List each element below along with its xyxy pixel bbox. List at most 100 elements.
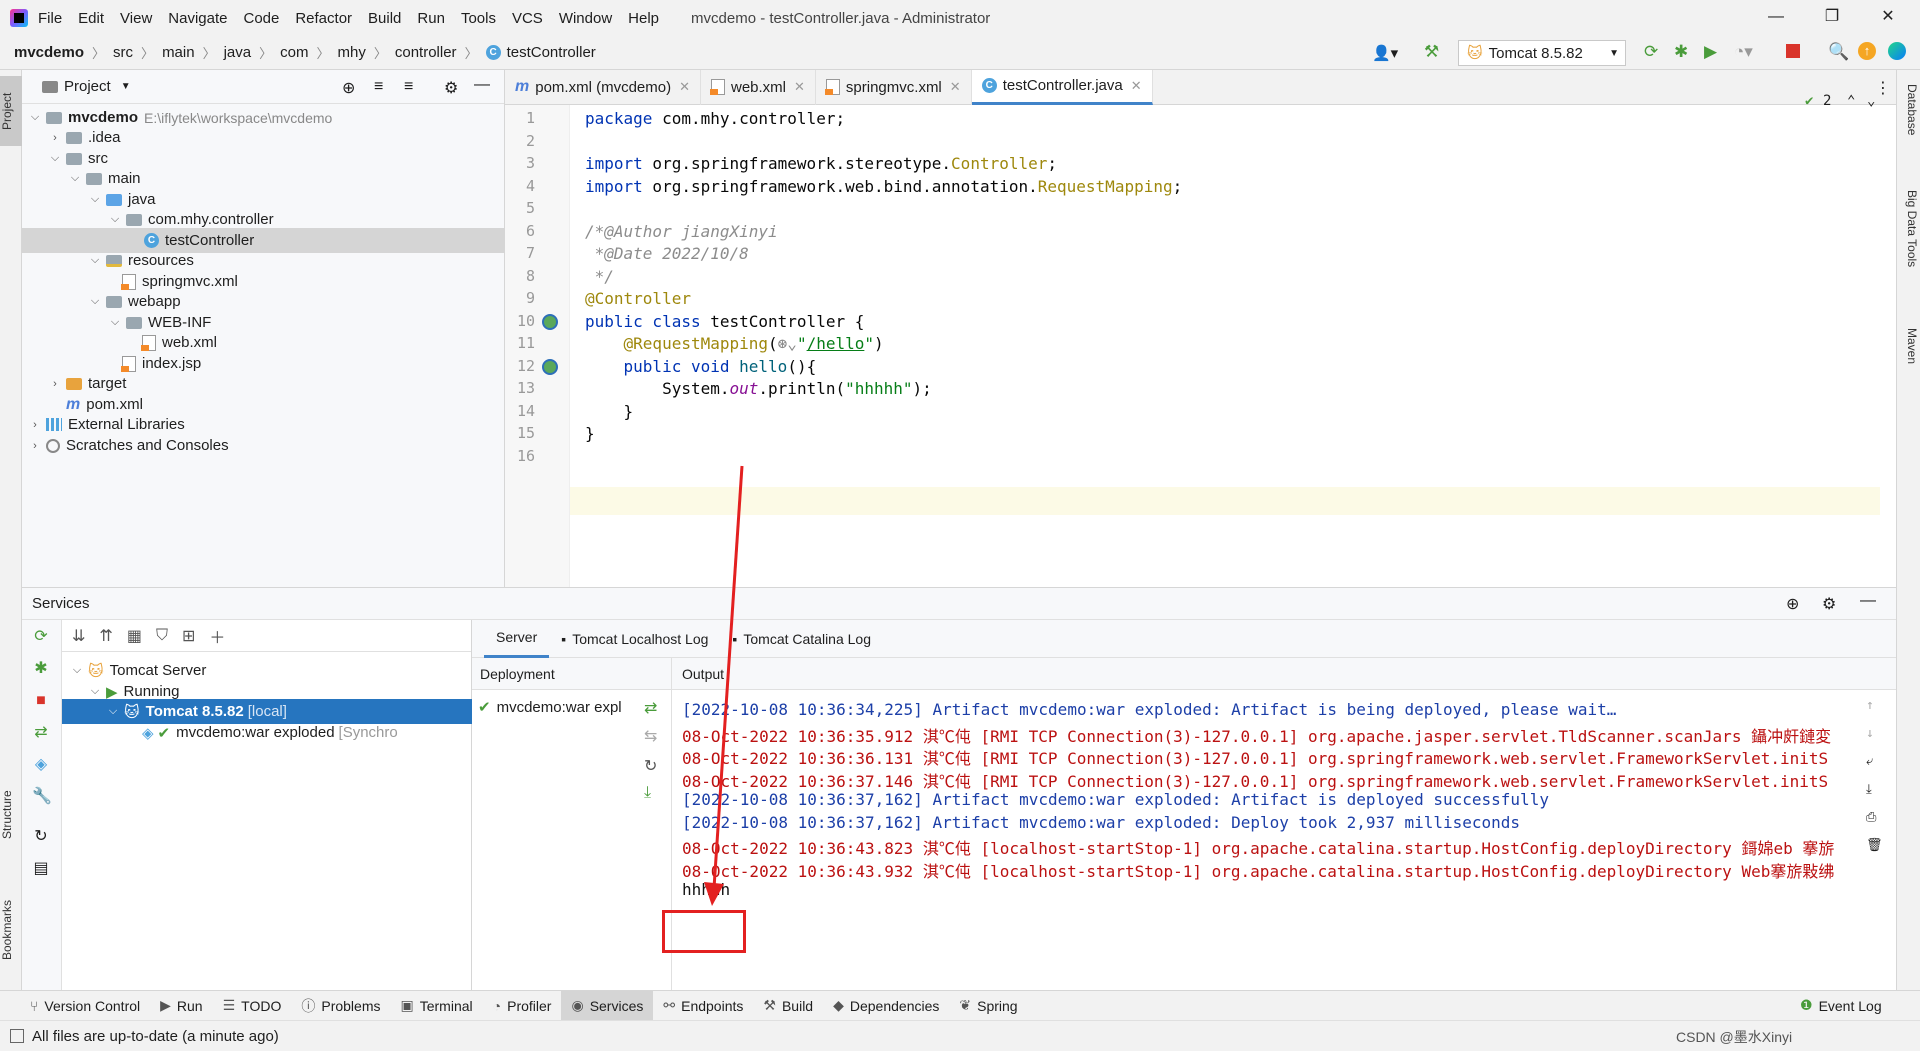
breadcrumb-class[interactable]: testController <box>507 44 596 61</box>
close-icon[interactable]: ✕ <box>1876 6 1900 28</box>
group-icon[interactable]: ▦ <box>127 626 142 646</box>
refresh-icon[interactable]: ↻ <box>644 756 657 776</box>
menu-edit[interactable]: Edit <box>78 10 104 27</box>
deploy-icon[interactable]: ⇄ <box>644 698 657 718</box>
menu-vcs[interactable]: VCS <box>512 10 543 27</box>
tab-web-xml[interactable]: web.xml ✕ <box>701 69 816 105</box>
jetbrains-icon[interactable] <box>1888 42 1906 60</box>
debug-icon[interactable]: ✱ <box>1674 42 1688 62</box>
gear-icon[interactable]: ⚙ <box>444 78 458 98</box>
spring-mapping-icon[interactable] <box>542 359 558 375</box>
breadcrumb-project[interactable]: mvcdemo <box>14 44 84 61</box>
search-icon[interactable]: 🔍 <box>1828 42 1849 62</box>
debug-icon[interactable]: ✱ <box>32 660 50 678</box>
tree-item-artifact[interactable]: ◈ ✔ mvcdemo:war exploded [Synchro <box>142 720 398 745</box>
tree-item-index-jsp[interactable]: index.jsp <box>121 351 201 376</box>
database-tool-tab[interactable]: Database <box>1899 84 1919 174</box>
restore-icon[interactable]: ❐ <box>1820 6 1844 28</box>
menu-file[interactable]: File <box>38 10 62 27</box>
tool-todo[interactable]: ☰ TODO <box>213 991 292 1021</box>
rerun-icon[interactable]: ⟳ <box>32 628 50 646</box>
menu-build[interactable]: Build <box>368 10 401 27</box>
locate-icon[interactable]: ⊕ <box>1786 594 1799 614</box>
status-toggle-icon[interactable] <box>10 1029 24 1043</box>
add-icon[interactable]: ＋ <box>209 624 225 648</box>
coverage-icon[interactable]: ▶ <box>1704 42 1717 62</box>
tab-testcontroller[interactable]: CtestController.java ✕ <box>971 69 1153 105</box>
menu-help[interactable]: Help <box>628 10 659 27</box>
expand-all-icon[interactable]: ≡ <box>374 78 383 96</box>
soft-wrap-icon[interactable]: ⤶ <box>1866 754 1873 769</box>
close-tab-icon[interactable]: ✕ <box>679 79 690 95</box>
redeploy-icon[interactable]: ⤓ <box>644 784 651 802</box>
project-view-label[interactable]: Project <box>64 78 111 95</box>
scroll-down-icon[interactable]: ↓ <box>1866 726 1874 741</box>
close-tab-icon[interactable]: ✕ <box>950 79 961 95</box>
menu-run[interactable]: Run <box>417 10 445 27</box>
artifacts-icon[interactable]: ◈ <box>32 756 50 774</box>
minimize-icon[interactable]: — <box>1764 6 1788 28</box>
breadcrumb-com[interactable]: com <box>280 44 308 61</box>
locate-icon[interactable]: ⊕ <box>342 78 355 98</box>
tool-build[interactable]: ⚒ Build <box>753 991 823 1021</box>
new-tab-icon[interactable]: ⊞ <box>182 626 195 646</box>
gear-icon[interactable]: ⚙ <box>1822 594 1836 614</box>
profile-icon[interactable]: ◔▾ <box>1734 42 1753 62</box>
big-data-tools-tab[interactable]: Big Data Tools <box>1899 190 1919 320</box>
tab-catalina-log[interactable]: ▪ Tomcat Catalina Log <box>720 620 883 658</box>
undeploy-icon[interactable]: ⇆ <box>644 726 657 746</box>
tool-terminal[interactable]: ▣ Terminal <box>391 991 483 1021</box>
tool-version-control[interactable]: ⑂ Version Control <box>20 991 150 1021</box>
stop-icon[interactable] <box>1786 44 1800 58</box>
tab-localhost-log[interactable]: ▪ Tomcat Localhost Log <box>549 620 720 658</box>
tool-run[interactable]: ▶ Run <box>150 991 212 1021</box>
tool-services[interactable]: ◉ Services <box>561 990 654 1021</box>
collapse-all-icon[interactable]: ≡ <box>404 78 413 96</box>
menu-refactor[interactable]: Refactor <box>295 10 352 27</box>
tool-problems[interactable]: ⓘ Problems <box>291 991 390 1021</box>
tab-springmvc-xml[interactable]: springmvc.xml ✕ <box>816 69 972 105</box>
wrench-icon[interactable]: 🔧 <box>32 788 52 806</box>
inspection-check-icon[interactable]: ✔ <box>1805 93 1813 109</box>
layout-icon[interactable]: ▤ <box>32 860 50 878</box>
build-hammer-icon[interactable]: ⚒ <box>1424 42 1439 62</box>
menu-window[interactable]: Window <box>559 10 612 27</box>
scroll-to-end-icon[interactable]: ⤓ <box>1866 782 1872 797</box>
refresh-icon[interactable]: ↻ <box>32 828 50 846</box>
structure-tool-tab[interactable]: Structure <box>0 770 22 860</box>
breadcrumb-src[interactable]: src <box>113 44 133 61</box>
clear-icon[interactable]: 🗑 <box>1866 838 1883 853</box>
update-icon[interactable]: ↑ <box>1858 42 1876 60</box>
menu-tools[interactable]: Tools <box>461 10 496 27</box>
menu-view[interactable]: View <box>120 10 152 27</box>
more-tabs-icon[interactable]: ⋮ <box>1875 78 1891 98</box>
close-tab-icon[interactable]: ✕ <box>1131 78 1142 94</box>
breadcrumb-java[interactable]: java <box>224 44 252 61</box>
project-tool-tab[interactable]: Project <box>0 76 22 146</box>
code-editor[interactable]: 1 2 3 4 5 6 7 8 9 10 11 12 13 14 15 16 p… <box>505 93 1896 587</box>
breadcrumb-controller[interactable]: controller <box>395 44 457 61</box>
user-icon[interactable]: 👤▾ <box>1372 44 1398 62</box>
bookmarks-tool-tab[interactable]: Bookmarks <box>0 880 22 980</box>
tool-dependencies[interactable]: ◆ Dependencies <box>823 991 949 1021</box>
run-config-select[interactable]: 🐱 Tomcat 8.5.82 ▼ <box>1458 40 1626 66</box>
maven-tool-tab[interactable]: Maven <box>1899 328 1919 408</box>
filter-icon[interactable]: ⛉ <box>156 627 168 645</box>
rerun-icon[interactable]: ⟳ <box>1644 42 1658 62</box>
print-icon[interactable]: ⎙ <box>1866 810 1876 825</box>
tool-endpoints[interactable]: ⚯ Endpoints <box>653 991 753 1021</box>
hide-icon[interactable]: — <box>1860 592 1876 610</box>
next-highlight-icon[interactable]: ⌄ <box>1867 93 1875 109</box>
tool-event-log[interactable]: ❶ Event Log <box>1790 991 1892 1021</box>
scroll-up-icon[interactable]: ↑ <box>1866 698 1874 713</box>
tab-server[interactable]: Server <box>484 620 550 658</box>
stop-icon[interactable]: ■ <box>32 692 50 710</box>
tool-profiler[interactable]: ◔ Profiler <box>483 991 562 1021</box>
deploy-icon[interactable]: ⇄ <box>32 724 50 742</box>
chevron-down-icon[interactable]: ▼ <box>121 81 131 92</box>
collapse-all-icon[interactable]: ⇈ <box>99 626 112 646</box>
output-pane[interactable]: Output [2022-10-08 10:36:34,225] Artifac… <box>672 658 1896 991</box>
menu-navigate[interactable]: Navigate <box>168 10 227 27</box>
spring-bean-icon[interactable] <box>542 314 558 330</box>
expand-all-icon[interactable]: ⇊ <box>72 626 85 646</box>
